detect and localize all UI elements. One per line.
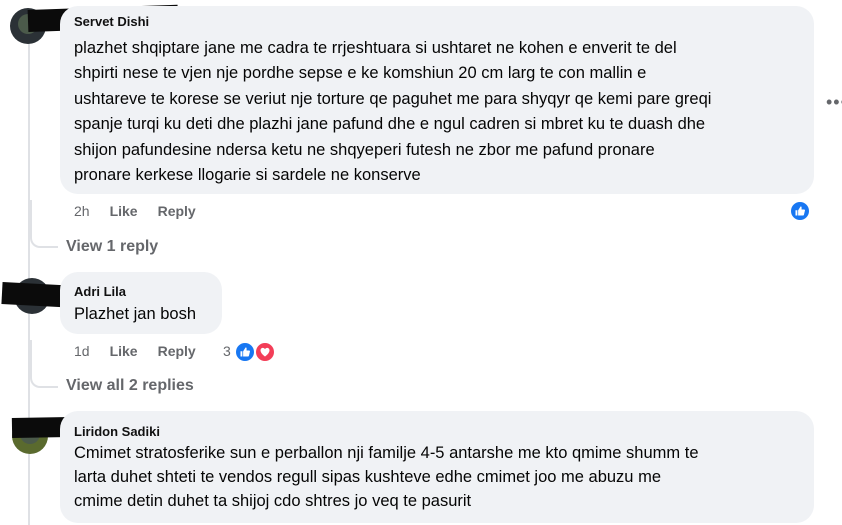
reply-button[interactable]: Reply	[158, 203, 196, 219]
comment-actions: 1d Like Reply	[74, 343, 216, 359]
thumbs-up-icon[interactable]	[234, 341, 256, 363]
view-replies-link[interactable]: View all 2 replies	[66, 377, 194, 395]
thumbs-up-icon[interactable]	[789, 200, 811, 222]
comment-author[interactable]: Servet Dishi	[74, 14, 149, 29]
reaction-count[interactable]: 3	[223, 343, 231, 359]
comment-text: plazhet shqiptare jane me cadra te rrjes…	[74, 39, 712, 185]
reply-button[interactable]: Reply	[158, 343, 196, 359]
thread-connector	[30, 340, 58, 388]
like-button[interactable]: Like	[110, 343, 138, 359]
comment-timestamp[interactable]: 2h	[74, 203, 90, 219]
more-options-icon[interactable]: •••	[826, 92, 842, 113]
comment-actions: 2h Like Reply	[74, 203, 216, 219]
comment-text: Cmimet stratosferike sun e perballon nji…	[74, 444, 699, 510]
heart-icon[interactable]	[254, 341, 276, 363]
comment-timestamp[interactable]: 1d	[74, 343, 90, 359]
like-button[interactable]: Like	[110, 203, 138, 219]
view-replies-link[interactable]: View 1 reply	[66, 238, 158, 256]
comment-text: Plazhet jan bosh	[74, 305, 197, 323]
thread-connector	[30, 200, 58, 248]
comment-author[interactable]: Adri Lila	[74, 284, 126, 299]
comment-author[interactable]: Liridon Sadiki	[74, 424, 160, 439]
